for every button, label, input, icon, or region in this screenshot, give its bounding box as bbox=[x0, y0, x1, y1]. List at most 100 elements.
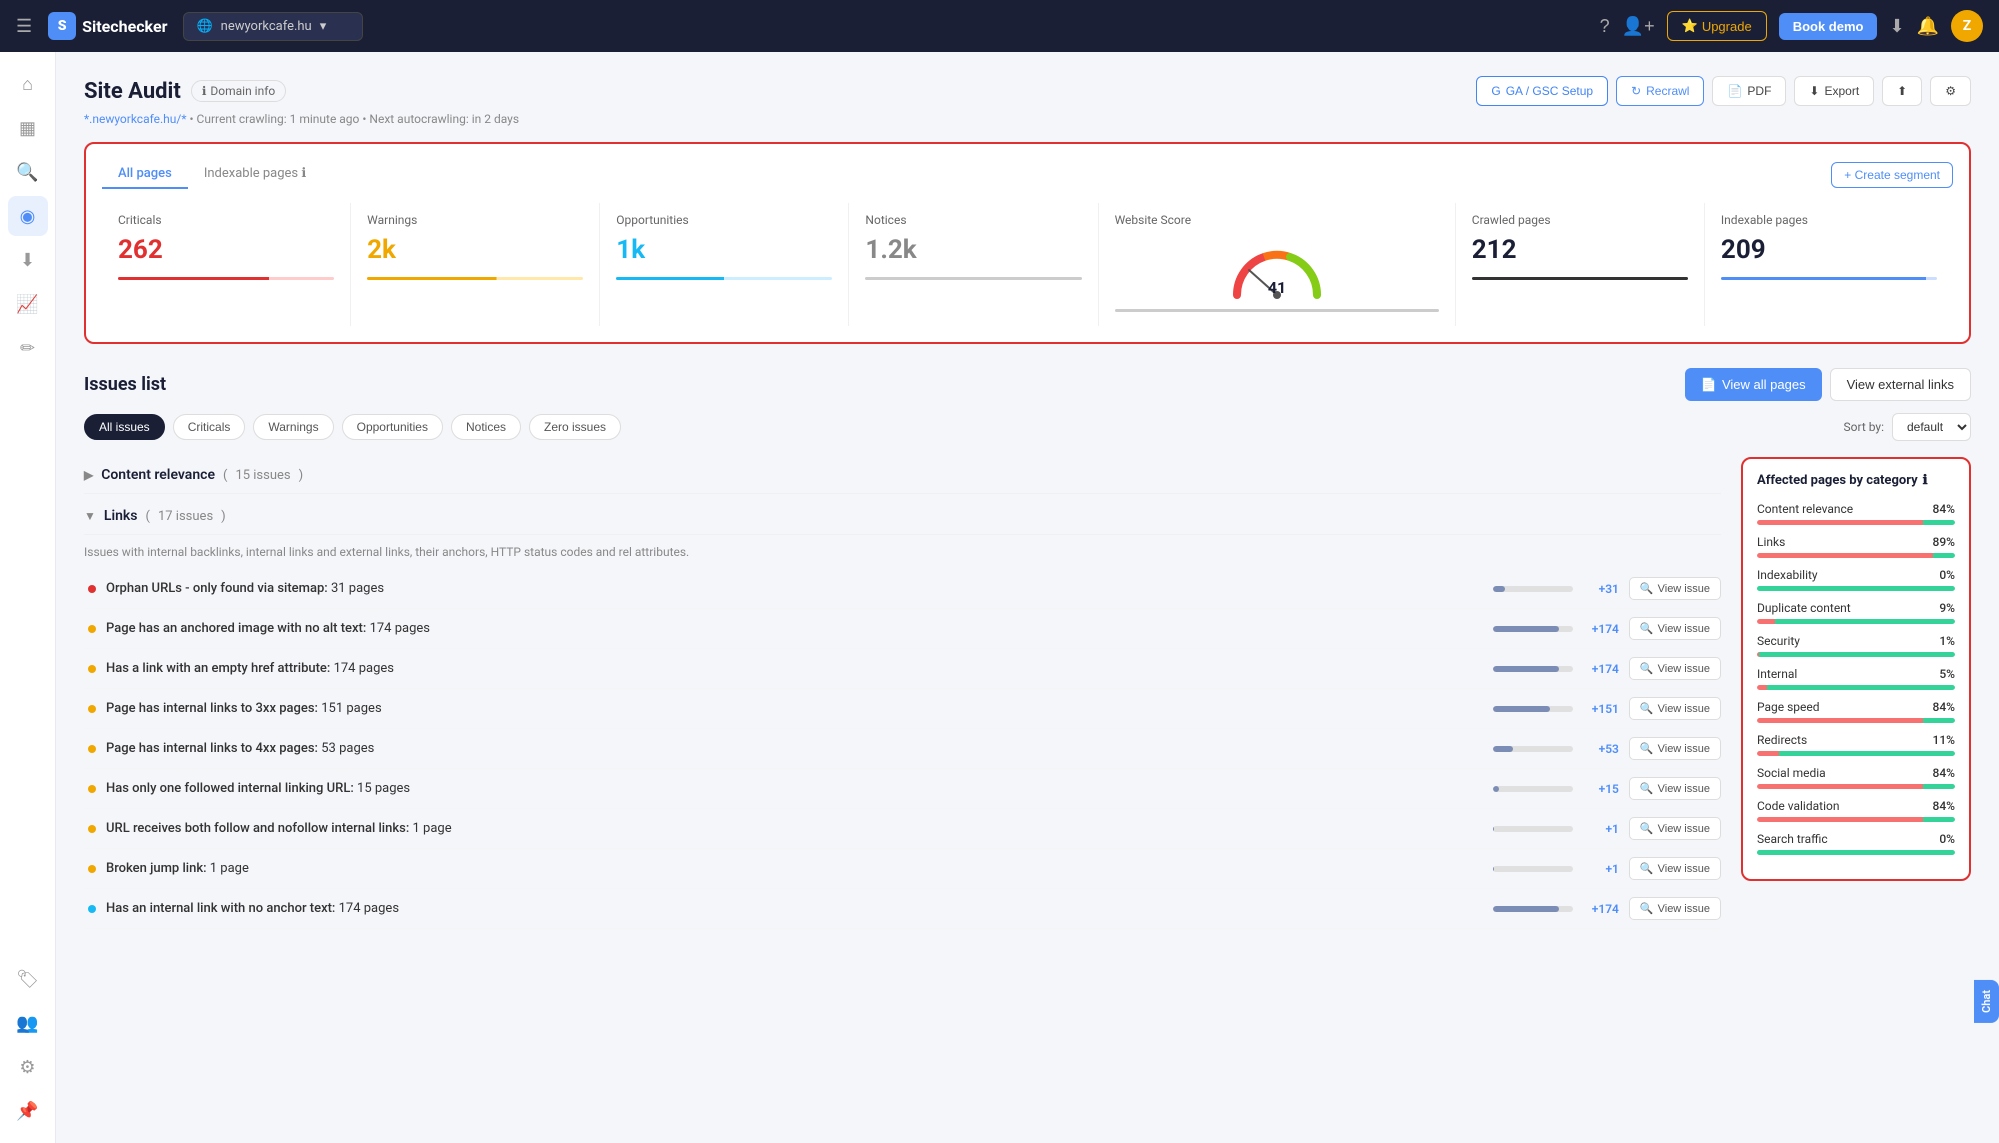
view-external-button[interactable]: View external links bbox=[1830, 368, 1971, 401]
affected-pct: 84% bbox=[1933, 799, 1955, 813]
broken-jump-bar-fill bbox=[1493, 866, 1494, 872]
export-button[interactable]: ⬇ Export bbox=[1794, 76, 1874, 106]
affected-row: Internal 5% bbox=[1757, 667, 1955, 690]
settings-button[interactable]: ⚙ bbox=[1930, 76, 1971, 106]
chat-button[interactable]: Chat bbox=[1974, 980, 1999, 1023]
issues-list: ▶ Content relevance ( 15 issues ) ▼ Link… bbox=[84, 457, 1721, 929]
sidebar-item-download[interactable]: ⬇ bbox=[8, 240, 48, 280]
view-issue-empty-href[interactable]: 🔍 View issue bbox=[1629, 657, 1721, 680]
links-description: Issues with internal backlinks, internal… bbox=[84, 539, 1721, 569]
issue-row-one-internal: Has only one followed internal linking U… bbox=[84, 769, 1721, 809]
hamburger-icon[interactable]: ☰ bbox=[16, 16, 32, 37]
ga-gsc-button[interactable]: G GA / GSC Setup bbox=[1476, 76, 1608, 106]
score-bar bbox=[1115, 309, 1439, 312]
sidebar-item-users[interactable]: 👥 bbox=[8, 1003, 48, 1043]
orphan-bar bbox=[1493, 586, 1573, 592]
view-issue-orphan[interactable]: 🔍 View issue bbox=[1629, 577, 1721, 600]
3xx-count: +151 bbox=[1583, 702, 1619, 716]
issues-header: Issues list 📄 View all pages View extern… bbox=[84, 368, 1971, 401]
stats-tabs: All pages Indexable pages ℹ + Create seg… bbox=[102, 160, 1953, 189]
sidebar-item-search[interactable]: 🔍 bbox=[8, 152, 48, 192]
affected-info-icon: ℹ bbox=[1923, 473, 1928, 488]
sidebar-item-settings[interactable]: ⚙ bbox=[8, 1047, 48, 1087]
sidebar-item-edit[interactable]: ✏ bbox=[8, 328, 48, 368]
issue-row-orphan: Orphan URLs - only found via sitemap: 31… bbox=[84, 569, 1721, 609]
broken-jump-indicator bbox=[88, 865, 96, 873]
issue-row-no-anchor: Has an internal link with no anchor text… bbox=[84, 889, 1721, 929]
page-header: Site Audit ℹ Domain info G GA / GSC Setu… bbox=[84, 76, 1971, 106]
domain-info-badge[interactable]: ℹ Domain info bbox=[191, 80, 286, 102]
one-internal-bar-fill bbox=[1493, 786, 1499, 792]
affected-row: Duplicate content 9% bbox=[1757, 601, 1955, 624]
filter-notices[interactable]: Notices bbox=[451, 414, 521, 440]
tab-all-pages[interactable]: All pages bbox=[102, 160, 188, 189]
affected-bars bbox=[1757, 718, 1955, 723]
view-issue-no-anchor[interactable]: 🔍 View issue bbox=[1629, 897, 1721, 920]
no-anchor-bar bbox=[1493, 906, 1573, 912]
filter-warnings[interactable]: Warnings bbox=[253, 414, 333, 440]
category-content-relevance[interactable]: ▶ Content relevance ( 15 issues ) bbox=[84, 457, 1721, 494]
sidebar-item-analytics[interactable]: 📈 bbox=[8, 284, 48, 324]
domain-icon: 🌐 bbox=[196, 19, 212, 34]
google-icon: G bbox=[1491, 84, 1500, 98]
subtitle-text: • bbox=[190, 112, 197, 126]
search-icon-7: 🔍 bbox=[1640, 822, 1654, 835]
sort-by: Sort by: default bbox=[1844, 413, 1972, 441]
stats-section: All pages Indexable pages ℹ + Create seg… bbox=[84, 142, 1971, 344]
sort-select[interactable]: default bbox=[1892, 413, 1971, 441]
view-all-pages-button[interactable]: 📄 View all pages bbox=[1685, 368, 1822, 401]
search-icon-3: 🔍 bbox=[1640, 662, 1654, 675]
upgrade-button[interactable]: ⭐ Upgrade bbox=[1667, 11, 1767, 41]
view-issue-one-internal[interactable]: 🔍 View issue bbox=[1629, 777, 1721, 800]
search-icon-8: 🔍 bbox=[1640, 862, 1654, 875]
notices-label: Notices bbox=[865, 213, 1081, 227]
domain-name: newyorkcafe.hu bbox=[221, 19, 312, 34]
anchored-image-text: Page has an anchored image with no alt t… bbox=[106, 621, 1483, 636]
orphan-bar-fill bbox=[1493, 586, 1505, 592]
domain-selector[interactable]: 🌐 newyorkcafe.hu ▾ bbox=[183, 12, 363, 41]
download-button[interactable]: ⬇ bbox=[1889, 16, 1904, 37]
4xx-text: Page has internal links to 4xx pages: 53… bbox=[106, 741, 1483, 756]
affected-bars bbox=[1757, 586, 1955, 591]
empty-href-count: +174 bbox=[1583, 662, 1619, 676]
broken-jump-bar bbox=[1493, 866, 1573, 872]
empty-href-indicator bbox=[88, 665, 96, 673]
create-segment-button[interactable]: + Create segment bbox=[1831, 162, 1953, 188]
sidebar-item-dashboard[interactable]: ▦ bbox=[8, 108, 48, 148]
help-button[interactable]: ? bbox=[1600, 16, 1610, 37]
sidebar-item-tags[interactable]: 🏷 bbox=[8, 959, 48, 999]
3xx-bar-fill bbox=[1493, 706, 1550, 712]
filter-criticals[interactable]: Criticals bbox=[173, 414, 246, 440]
stat-card-indexable: Indexable pages 209 bbox=[1705, 203, 1953, 326]
category-links[interactable]: ▼ Links ( 17 issues ) bbox=[84, 498, 1721, 535]
view-issue-4xx[interactable]: 🔍 View issue bbox=[1629, 737, 1721, 760]
view-issue-broken-jump[interactable]: 🔍 View issue bbox=[1629, 857, 1721, 880]
filter-opportunities[interactable]: Opportunities bbox=[342, 414, 443, 440]
recrawl-button[interactable]: ↻ Recrawl bbox=[1616, 76, 1704, 106]
logo-text: Sitechecker bbox=[82, 17, 167, 36]
recrawl-icon: ↻ bbox=[1631, 84, 1641, 98]
view-issue-anchored[interactable]: 🔍 View issue bbox=[1629, 617, 1721, 640]
domain-link[interactable]: *.newyorkcafe.hu/* bbox=[84, 112, 187, 126]
affected-panel-title: Affected pages by category ℹ bbox=[1757, 473, 1955, 488]
orphan-indicator bbox=[88, 585, 96, 593]
export-icon: ⬇ bbox=[1809, 84, 1819, 98]
sidebar: ⌂ ▦ 🔍 ◉ ⬇ 📈 ✏ 🏷 👥 ⚙ 📌 bbox=[0, 52, 56, 1143]
sidebar-item-pin[interactable]: 📌 bbox=[8, 1091, 48, 1131]
3xx-text: Page has internal links to 3xx pages: 15… bbox=[106, 701, 1483, 716]
sidebar-item-audit[interactable]: ◉ bbox=[8, 196, 48, 236]
pdf-button[interactable]: 📄 PDF bbox=[1712, 76, 1786, 106]
tab-indexable-pages[interactable]: Indexable pages ℹ bbox=[188, 160, 323, 189]
logo[interactable]: S Sitechecker bbox=[48, 12, 167, 40]
sidebar-item-home[interactable]: ⌂ bbox=[8, 64, 48, 104]
bookdemo-button[interactable]: Book demo bbox=[1779, 13, 1878, 40]
view-issue-3xx[interactable]: 🔍 View issue bbox=[1629, 697, 1721, 720]
share-button[interactable]: ⬆ bbox=[1882, 76, 1922, 106]
bell-button[interactable]: 🔔 bbox=[1917, 16, 1939, 37]
follow-nofollow-bar-fill bbox=[1493, 826, 1494, 832]
filter-zero-issues[interactable]: Zero issues bbox=[529, 414, 621, 440]
avatar[interactable]: Z bbox=[1951, 10, 1983, 42]
add-user-button[interactable]: 👤+ bbox=[1622, 16, 1655, 37]
view-issue-follow-nofollow[interactable]: 🔍 View issue bbox=[1629, 817, 1721, 840]
filter-all-issues[interactable]: All issues bbox=[84, 414, 165, 440]
